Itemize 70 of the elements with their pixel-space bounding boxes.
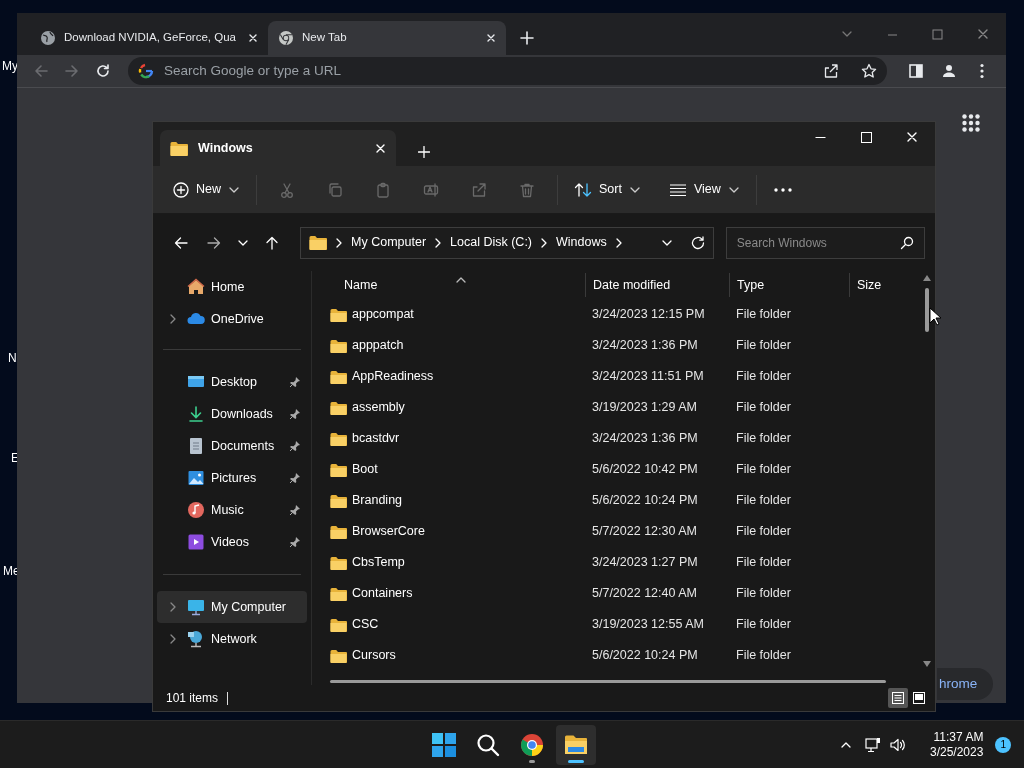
file-name[interactable]: AppReadiness [352, 367, 434, 386]
type-cell: File folder [736, 617, 791, 632]
file-name[interactable]: bcastdvr [352, 429, 400, 448]
file-name[interactable]: Containers [352, 584, 413, 603]
file-name[interactable]: Boot [352, 460, 378, 479]
date-modified-cell: 3/24/2023 1:36 PM [592, 338, 698, 353]
breadcrumb-item[interactable]: My Computer [351, 233, 427, 252]
date-modified-cell: 5/6/2022 10:42 PM [592, 462, 698, 477]
clock-date[interactable]: 3/25/2023 [930, 744, 984, 760]
type-cell: File folder [736, 555, 791, 570]
sidebar-item[interactable]: My Computer [157, 591, 307, 623]
sidebar-item[interactable]: Music [157, 494, 307, 526]
search-field[interactable]: Search Windows [734, 232, 900, 253]
address-field[interactable]: Search Google or type a URL [162, 59, 815, 83]
search-box[interactable]: Search Windows [725, 226, 925, 259]
type-cell: File folder [736, 586, 791, 601]
breadcrumb-item[interactable]: Local Disk (C:) [450, 233, 533, 252]
date-modified-cell: 3/24/2023 1:27 PM [592, 555, 698, 570]
sidebar-item[interactable]: OneDrive [157, 303, 307, 335]
date-modified-cell: 3/24/2023 1:36 PM [592, 431, 698, 446]
file-name[interactable]: CbsTemp [352, 553, 405, 572]
address-bar[interactable]: My Computer Local Disk (C:) Windows [300, 226, 714, 259]
type-cell: File folder [736, 648, 791, 663]
new-button[interactable]: New [163, 174, 250, 205]
sidebar-item[interactable]: Pictures [157, 462, 307, 494]
view-button[interactable]: View [658, 174, 750, 205]
type-cell: File folder [736, 493, 791, 508]
sidebar-item[interactable]: Documents [157, 430, 307, 462]
file-name[interactable]: apppatch [352, 336, 404, 355]
type-cell: File folder [736, 462, 791, 477]
browser-tab[interactable]: New Tab [268, 21, 506, 55]
date-modified-cell: 3/24/2023 12:15 PM [592, 307, 705, 322]
date-modified-cell: 3/19/2023 12:55 AM [592, 617, 704, 632]
sidebar-item[interactable]: Downloads [157, 398, 307, 430]
date-modified-cell: 3/19/2023 1:29 AM [592, 400, 697, 415]
address-bar[interactable]: Search Google or type a URL [128, 57, 887, 85]
type-cell: File folder [736, 369, 791, 384]
explorer-tab[interactable]: Windows [160, 130, 396, 166]
date-modified-cell: 5/7/2022 12:30 AM [592, 524, 697, 539]
date-modified-cell: 3/24/2023 11:51 PM [592, 369, 704, 384]
sort-button[interactable]: Sort [564, 174, 651, 205]
date-modified-cell: 5/6/2022 10:24 PM [592, 493, 698, 508]
sidebar-item[interactable]: Home [157, 271, 307, 303]
file-name[interactable]: Branding [352, 491, 403, 510]
type-cell: File folder [736, 307, 791, 322]
file-name[interactable]: assembly [352, 398, 405, 417]
file-name[interactable]: Cursors [352, 646, 396, 665]
type-cell: File folder [736, 431, 791, 446]
sidebar-item[interactable]: Network [157, 623, 307, 655]
file-name[interactable]: appcompat [352, 305, 414, 324]
desktop-icon-label[interactable]: N [8, 352, 17, 364]
item-count: 101 items [166, 690, 219, 707]
breadcrumb-item[interactable]: Windows [556, 233, 607, 252]
column-header[interactable]: Date modified [585, 273, 729, 297]
type-cell: File folder [736, 400, 791, 415]
notification-badge[interactable]: 1 [995, 736, 1012, 753]
date-modified-cell: 5/6/2022 10:24 PM [592, 648, 698, 663]
browser-tab[interactable]: Download NVIDIA, GeForce, Qua [30, 21, 268, 55]
type-cell: File folder [736, 338, 791, 353]
desktop-icon-label[interactable]: My [2, 60, 18, 72]
sidebar-item[interactable]: Videos [157, 526, 307, 558]
customize-button[interactable]: hrome [937, 668, 994, 700]
column-header[interactable]: Name [312, 273, 585, 297]
clock-time[interactable]: 11:37 AM [933, 729, 984, 745]
file-name[interactable]: BrowserCore [352, 522, 425, 541]
sidebar-item[interactable]: Desktop [157, 366, 307, 398]
file-name[interactable]: CSC [352, 615, 379, 634]
column-header[interactable]: Type [729, 273, 849, 297]
date-modified-cell: 5/7/2022 12:40 AM [592, 586, 697, 601]
type-cell: File folder [736, 524, 791, 539]
